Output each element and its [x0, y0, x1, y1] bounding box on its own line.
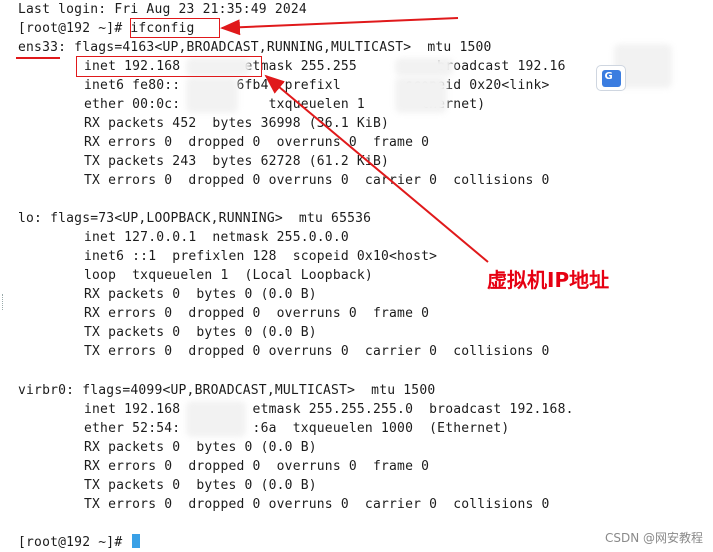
ifconfig-arrow: [220, 17, 459, 36]
virbr0-header-line: virbr0: flags=4099<UP,BROADCAST,MULTICAS…: [18, 383, 436, 398]
last-login-line: Last login: Fri Aug 23 21:35:49 2024: [18, 2, 307, 17]
ens33-header-line: ens33: flags=4163<UP,BROADCAST,RUNNING,M…: [18, 40, 492, 55]
terminal-cursor: [132, 534, 141, 548]
virbr0-ether-line: ether 52:54: :6a txqueuelen 1000 (Ethern…: [84, 421, 510, 436]
ifconfig-highlight-box: [130, 18, 220, 38]
csdn-watermark: CSDN @网安教程: [604, 531, 703, 545]
scroll-marker: [2, 294, 6, 310]
lo-header-line: lo: flags=73<UP,LOOPBACK,RUNNING> mtu 65…: [18, 211, 372, 226]
terminal-window[interactable]: Last login: Fri Aug 23 21:35:49 2024 [ro…: [0, 0, 713, 552]
ens33-tx-errors-line: TX errors 0 dropped 0 overruns 0 carrier…: [84, 173, 550, 188]
final-prompt-text: [root@192 ~]#: [18, 535, 131, 550]
virbr0-inet-line: inet 192.168 etmask 255.255.255.0 broadc…: [84, 402, 574, 417]
ens33-inet6-line: inet6 fe80:: 6fb4 prefixl scopeid 0x20<l…: [84, 78, 550, 93]
redaction-blur: [395, 77, 447, 113]
final-prompt-line[interactable]: [root@192 ~]#: [18, 533, 141, 552]
virbr0-rx-packets-line: RX packets 0 bytes 0 (0.0 B): [84, 440, 317, 455]
vm-ip-annotation: 虚拟机IP地址: [487, 268, 610, 292]
lo-inet-line: inet 127.0.0.1 netmask 255.0.0.0: [84, 230, 349, 245]
ens33-tx-packets-line: TX packets 243 bytes 62728 (61.2 KiB): [84, 154, 390, 169]
ens33-rx-packets-line: RX packets 452 bytes 36998 (36.1 KiB): [84, 116, 390, 131]
redaction-blur: [186, 77, 238, 113]
redaction-blur: [186, 401, 246, 437]
lo-tx-errors-line: TX errors 0 dropped 0 overruns 0 carrier…: [84, 344, 550, 359]
lo-rx-errors-line: RX errors 0 dropped 0 overruns 0 frame 0: [84, 306, 430, 321]
translate-icon: G: [601, 69, 621, 87]
lo-inet6-line: inet6 ::1 prefixlen 128 scopeid 0x10<hos…: [84, 249, 438, 264]
ens33-underline: [16, 57, 60, 59]
virbr0-tx-errors-line: TX errors 0 dropped 0 overruns 0 carrier…: [84, 497, 550, 512]
lo-tx-packets-line: TX packets 0 bytes 0 (0.0 B): [84, 325, 317, 340]
lo-rx-packets-line: RX packets 0 bytes 0 (0.0 B): [84, 287, 317, 302]
translate-button[interactable]: G: [596, 65, 626, 91]
virbr0-rx-errors-line: RX errors 0 dropped 0 overruns 0 frame 0: [84, 459, 430, 474]
ens33-rx-errors-line: RX errors 0 dropped 0 overruns 0 frame 0: [84, 135, 430, 150]
ip-highlight-box: [76, 56, 262, 77]
lo-loop-line: loop txqueuelen 1 (Local Loopback): [84, 268, 373, 283]
redaction-blur: [395, 58, 453, 76]
virbr0-tx-packets-line: TX packets 0 bytes 0 (0.0 B): [84, 478, 317, 493]
